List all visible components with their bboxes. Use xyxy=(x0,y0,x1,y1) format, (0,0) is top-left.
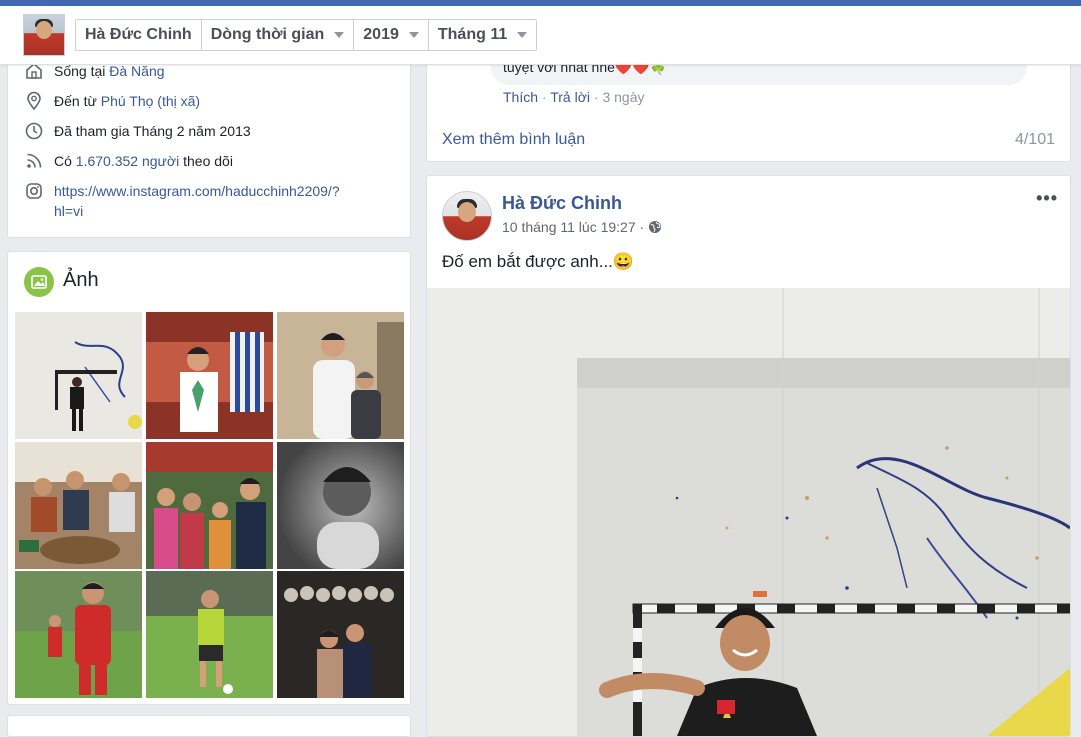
chevron-down-icon xyxy=(408,32,419,38)
followers-suffix: theo dõi xyxy=(179,153,233,169)
separator: · xyxy=(635,219,649,235)
photos-title[interactable]: Ảnh xyxy=(63,269,99,292)
photo-grid xyxy=(15,312,405,698)
comment-age[interactable]: 3 ngày xyxy=(602,89,644,105)
photo-thumbnail[interactable] xyxy=(277,442,404,569)
post-options-button[interactable]: ••• xyxy=(1036,188,1058,209)
timeline-nav: Hà Đức Chinh Dòng thời gian 2019 Tháng 1… xyxy=(75,19,538,51)
location-pin-icon xyxy=(27,91,41,111)
from-text: Đến từ Phú Thọ (thị xã) xyxy=(54,91,200,111)
globe-icon[interactable] xyxy=(648,220,662,234)
lives-in-prefix: Sống tại xyxy=(54,63,110,79)
followers-text: Có 1.670.352 người theo dõi xyxy=(54,151,233,171)
photo-thumbnail[interactable] xyxy=(15,312,142,439)
joined-text: Đã tham gia Tháng 2 năm 2013 xyxy=(54,123,251,139)
from-prefix: Đến từ xyxy=(54,93,101,109)
intro-followers: Có 1.670.352 người theo dõi xyxy=(24,151,233,171)
post-photo[interactable] xyxy=(427,288,1070,736)
post-timestamp[interactable]: 10 tháng 11 lúc 19:27 xyxy=(502,219,636,235)
next-card xyxy=(7,715,411,737)
instagram-icon xyxy=(26,183,42,199)
timeline-dropdown[interactable]: Dòng thời gian xyxy=(202,20,355,50)
chevron-down-icon xyxy=(334,32,345,38)
profile-avatar[interactable] xyxy=(23,14,65,56)
intro-joined: Đã tham gia Tháng 2 năm 2013 xyxy=(24,121,251,141)
post-author-name[interactable]: Hà Đức Chinh xyxy=(502,193,622,214)
profile-name-link[interactable]: Hà Đức Chinh xyxy=(76,20,202,50)
post-author-avatar[interactable] xyxy=(442,191,492,241)
photo-thumbnail[interactable] xyxy=(277,312,404,439)
photo-thumbnail[interactable] xyxy=(15,442,142,569)
photos-card: Ảnh xyxy=(7,251,411,705)
intro-instagram: https://www.instagram.com/haducchinh2209… xyxy=(24,181,340,221)
profile-name: Hà Đức Chinh xyxy=(85,26,192,43)
year-label: 2019 xyxy=(363,26,399,43)
photo-icon xyxy=(24,267,54,297)
month-label: Tháng 11 xyxy=(437,26,508,43)
photo-thumbnail[interactable] xyxy=(146,571,273,698)
followers-prefix: Có xyxy=(54,153,76,169)
photo-thumbnail[interactable] xyxy=(277,571,404,698)
separator: · xyxy=(538,89,551,105)
post-timestamp-row: 10 tháng 11 lúc 19:27 · xyxy=(502,219,662,235)
comment-count: 4/101 xyxy=(1014,131,1055,148)
comment-like-link[interactable]: Thích xyxy=(503,89,538,105)
instagram-url-line2: hl=vi xyxy=(54,203,84,219)
instagram-link[interactable]: https://www.instagram.com/haducchinh2209… xyxy=(54,181,340,221)
separator: · xyxy=(590,89,603,105)
post-text: Đố em bắt được anh...😀 xyxy=(442,252,635,271)
lives-in-link[interactable]: Đà Nẵng xyxy=(109,63,164,79)
photo-thumbnail[interactable] xyxy=(15,571,142,698)
comment-actions: Thích · Trả lời · 3 ngày xyxy=(503,89,645,105)
timeline-label: Dòng thời gian xyxy=(210,26,325,43)
from-link[interactable]: Phú Thọ (thị xã) xyxy=(101,93,200,109)
rss-icon xyxy=(27,153,42,168)
followers-link[interactable]: 1.670.352 người xyxy=(76,153,179,169)
photo-thumbnail[interactable] xyxy=(146,312,273,439)
photo-thumbnail[interactable] xyxy=(146,442,273,569)
month-dropdown[interactable]: Tháng 11 xyxy=(429,20,536,50)
view-more-comments-link[interactable]: Xem thêm bình luận xyxy=(442,131,585,149)
intro-card: Sống tại Đà Nẵng Đến từ Phú Thọ (thị xã)… xyxy=(7,40,411,238)
instagram-url-line1: https://www.instagram.com/haducchinh2209… xyxy=(54,183,340,199)
chevron-down-icon xyxy=(517,32,528,38)
intro-from: Đến từ Phú Thọ (thị xã) xyxy=(24,91,200,111)
post-card: Hà Đức Chinh 10 tháng 11 lúc 19:27 · •••… xyxy=(426,175,1071,737)
clock-icon xyxy=(25,122,43,140)
year-dropdown[interactable]: 2019 xyxy=(354,20,429,50)
timeline-header: Hà Đức Chinh Dòng thời gian 2019 Tháng 1… xyxy=(0,6,1081,65)
comment-reply-link[interactable]: Trả lời xyxy=(550,89,590,105)
